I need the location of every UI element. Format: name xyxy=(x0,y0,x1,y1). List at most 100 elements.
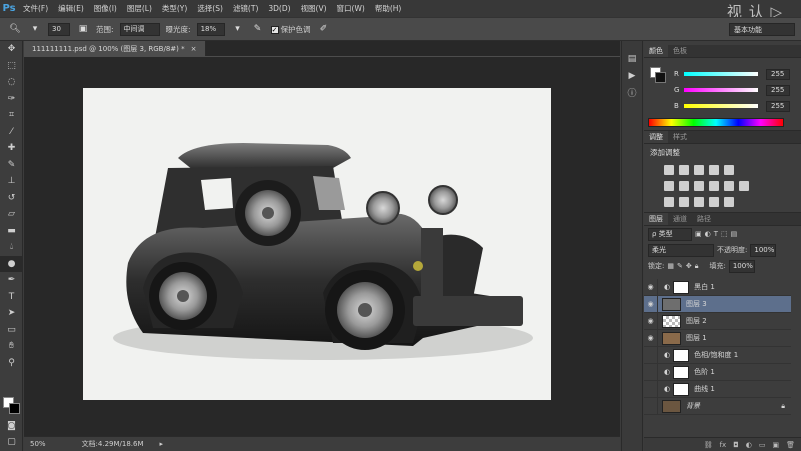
b-slider[interactable] xyxy=(684,104,758,108)
add-mask-icon[interactable]: ◘ xyxy=(733,441,739,449)
menu-filter[interactable]: 滤镜(T) xyxy=(228,3,263,14)
type-tool-icon[interactable]: T xyxy=(0,289,23,306)
menu-edit[interactable]: 编辑(E) xyxy=(53,3,89,14)
layer-row[interactable]: ◉ ◐ 色阶 1 xyxy=(644,363,791,381)
filter-adjust-icon[interactable]: ◐ xyxy=(705,230,711,238)
pressure-icon[interactable]: ✐ xyxy=(317,22,331,36)
eraser-tool-icon[interactable]: ▱ xyxy=(0,206,23,223)
layer-row[interactable]: ◉ 图层 1 xyxy=(644,329,791,347)
document-tab[interactable]: 111111111.psd @ 100% (图层 3, RGB/8#) * × xyxy=(24,41,206,56)
brush-tool-icon[interactable]: ✎ xyxy=(0,157,23,174)
color-spectrum-bar[interactable] xyxy=(648,118,784,127)
tab-adjustments[interactable]: 调整 xyxy=(644,131,668,143)
menu-layer[interactable]: 图层(L) xyxy=(122,3,157,14)
eye-icon[interactable]: ◉ xyxy=(644,363,658,381)
brightness-icon[interactable] xyxy=(664,165,674,175)
tab-swatches[interactable]: 色板 xyxy=(668,45,692,57)
new-adjustment-icon[interactable]: ◐ xyxy=(746,441,752,449)
filter-type-icon[interactable]: T xyxy=(714,230,718,238)
crop-tool-icon[interactable]: ⌗ xyxy=(0,107,23,124)
hand-tool-icon[interactable]: ✋︎ xyxy=(0,338,23,355)
eyedropper-tool-icon[interactable]: ⁄ xyxy=(0,124,23,141)
eye-icon[interactable]: ◉ xyxy=(644,380,658,398)
tab-paths[interactable]: 路径 xyxy=(692,213,716,225)
brush-size-picker[interactable]: 30 xyxy=(48,22,70,36)
blend-mode-select[interactable]: 柔光 xyxy=(648,243,714,257)
layer-thumbnail[interactable] xyxy=(662,399,681,413)
opacity-input[interactable]: 100% xyxy=(750,243,777,257)
layer-row[interactable]: ◉ ◐ 黑白 1 xyxy=(644,278,791,296)
path-select-tool-icon[interactable]: ➤ xyxy=(0,305,23,322)
range-select[interactable]: 中间调 xyxy=(119,22,160,36)
link-icon[interactable]: ⛓ xyxy=(704,441,713,449)
background-swatch[interactable] xyxy=(9,403,20,414)
photo-filter-icon[interactable] xyxy=(709,181,719,191)
exposure-icon[interactable] xyxy=(709,165,719,175)
eye-icon[interactable]: ◉ xyxy=(644,312,658,330)
threshold-icon[interactable] xyxy=(694,197,704,207)
background-color[interactable] xyxy=(655,72,666,83)
eye-icon[interactable]: ◉ xyxy=(644,329,658,347)
filter-shape-icon[interactable]: ⬚ xyxy=(721,230,728,238)
screen-mode-icon[interactable]: ▢ xyxy=(0,434,23,451)
chevron-down-icon[interactable]: ▾ xyxy=(28,22,42,36)
filter-smart-icon[interactable]: ▤ xyxy=(731,230,738,238)
layer-row[interactable]: ◉ 图层 3 xyxy=(644,295,791,313)
menu-help[interactable]: 帮助(H) xyxy=(370,3,407,14)
black-white-icon[interactable] xyxy=(694,181,704,191)
filter-pixel-icon[interactable]: ▣ xyxy=(695,230,702,238)
info-panel-icon[interactable]: ⓘ xyxy=(622,84,642,101)
history-panel-icon[interactable]: ▤ xyxy=(622,51,642,68)
selective-color-icon[interactable] xyxy=(724,197,734,207)
zoom-tool-icon[interactable]: ⚲ xyxy=(0,355,23,372)
layer-thumbnail[interactable] xyxy=(662,297,681,311)
menu-file[interactable]: 文件(F) xyxy=(18,3,53,14)
image-canvas[interactable] xyxy=(83,88,551,400)
lock-all-icon[interactable]: 🔒︎ xyxy=(695,262,699,271)
new-layer-icon[interactable]: ▣ xyxy=(772,441,779,449)
b-value-input[interactable]: 255 xyxy=(766,100,790,112)
g-slider[interactable] xyxy=(684,88,758,92)
layer-mask-thumbnail[interactable] xyxy=(673,365,690,379)
menu-window[interactable]: 窗口(W) xyxy=(332,3,370,14)
r-slider[interactable] xyxy=(684,72,758,76)
eye-icon[interactable]: ◉ xyxy=(644,397,658,415)
invert-icon[interactable] xyxy=(664,197,674,207)
tab-channels[interactable]: 通道 xyxy=(668,213,692,225)
menu-view[interactable]: 视图(V) xyxy=(296,3,332,14)
history-brush-icon[interactable]: ↺ xyxy=(0,190,23,207)
color-lookup-icon[interactable] xyxy=(739,181,749,191)
menu-3d[interactable]: 3D(D) xyxy=(263,4,295,13)
g-value-input[interactable]: 255 xyxy=(766,84,790,96)
airbrush-icon[interactable]: ✎ xyxy=(251,22,265,36)
fg-bg-color-chip[interactable] xyxy=(650,67,666,83)
move-tool-icon[interactable]: ✥ xyxy=(0,41,23,58)
healing-tool-icon[interactable]: ✚ xyxy=(0,140,23,157)
menu-type[interactable]: 类型(Y) xyxy=(157,3,192,14)
quick-mask-icon[interactable]: ◙ xyxy=(0,418,23,435)
quick-select-tool-icon[interactable]: ✑ xyxy=(0,91,23,108)
marquee-tool-icon[interactable]: ⬚ xyxy=(0,58,23,75)
menu-image[interactable]: 图像(I) xyxy=(89,3,122,14)
curves-icon[interactable] xyxy=(694,165,704,175)
stamp-tool-icon[interactable]: ⊥ xyxy=(0,173,23,190)
layer-mask-thumbnail[interactable] xyxy=(673,348,690,362)
protect-tones-checkbox[interactable]: ✓ 保护色调 xyxy=(270,24,311,35)
blur-tool-icon[interactable]: 💧︎ xyxy=(0,239,23,256)
lock-pixels-icon[interactable]: ✎ xyxy=(677,262,683,270)
layer-thumbnail[interactable] xyxy=(662,331,681,345)
layer-row[interactable]: ◉ ◐ 色相/饱和度 1 xyxy=(644,346,791,364)
eye-icon[interactable]: ◉ xyxy=(644,346,658,364)
pen-tool-icon[interactable]: ✒ xyxy=(0,272,23,289)
dodge-tool-icon[interactable]: 🔍︎ xyxy=(8,22,22,36)
r-value-input[interactable]: 255 xyxy=(766,68,790,80)
layer-mask-thumbnail[interactable] xyxy=(673,382,690,396)
eye-icon[interactable]: ◉ xyxy=(644,278,658,296)
tab-layers[interactable]: 图层 xyxy=(644,213,668,225)
trash-icon[interactable]: 🗑︎ xyxy=(786,441,795,449)
gradient-map-icon[interactable] xyxy=(709,197,719,207)
status-arrow-icon[interactable]: ▸ xyxy=(160,440,164,448)
tab-styles[interactable]: 样式 xyxy=(668,131,692,143)
exposure-input[interactable]: 18% xyxy=(196,22,225,36)
layer-row[interactable]: ◉ 图层 2 xyxy=(644,312,791,330)
